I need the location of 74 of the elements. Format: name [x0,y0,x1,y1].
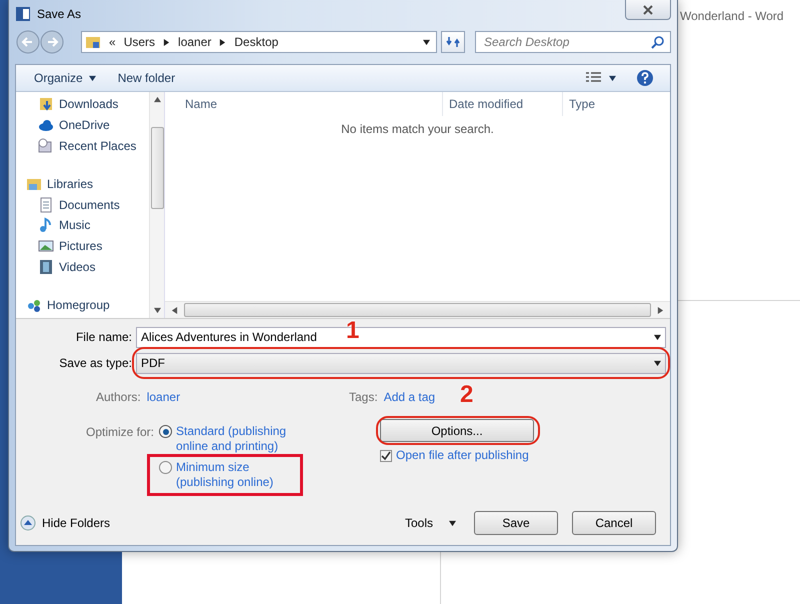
horizontal-scrollbar[interactable] [165,301,670,318]
add-tag-link[interactable]: Add a tag [384,390,436,404]
caret-icon [449,520,456,526]
authors-label: Authors: [96,390,141,404]
nav-item[interactable]: Libraries [16,173,149,194]
nav-item[interactable]: Documents [16,194,149,215]
nav-item[interactable]: OneDrive [16,114,149,136]
close-icon [642,4,654,14]
nav-item[interactable]: Downloads [16,94,149,115]
document-icon [15,6,31,22]
hide-folders-button[interactable]: Hide Folders [20,515,110,531]
breadcrumb-prefix[interactable]: « [109,35,116,50]
refresh-button[interactable] [441,31,465,54]
picture-icon [38,238,54,254]
options-button[interactable]: Options... [380,419,534,442]
nav-item[interactable]: Homegroup [16,294,149,316]
file-name-label: File name: [74,330,132,344]
cloud-icon [38,117,54,134]
nav-item[interactable]: Recent Places [16,136,149,156]
optimize-label: Optimize for: [86,424,154,441]
dropdown-caret-icon [423,38,430,46]
nav-item[interactable]: Pictures [16,236,149,257]
organize-menu[interactable]: Organize [26,69,104,87]
breadcrumb-item[interactable]: loaner [178,35,212,50]
refresh-icon [446,35,460,50]
window-title: Wonderland - Word [680,9,784,23]
checkbox-label[interactable]: Open file after publishing [396,448,529,463]
music-icon [38,217,54,234]
tools-menu[interactable]: Tools [400,514,460,532]
column-header[interactable]: Name [165,92,443,116]
breadcrumb-item[interactable]: Users [124,35,156,50]
video-icon [38,258,54,275]
caret-icon [88,74,96,82]
column-header[interactable]: Type [563,92,643,116]
radio-button[interactable] [159,425,172,438]
address-bar[interactable]: « Users loaner Desktop [81,31,437,54]
radio-label[interactable]: Minimum size (publishing online) [176,460,286,490]
checkbox[interactable] [380,450,392,462]
tags-label: Tags: [349,390,378,404]
scroll-down-icon [154,307,160,314]
cancel-button[interactable]: Cancel [572,511,656,535]
scroll-left-icon [171,306,178,314]
save-as-type-label: Save as type: [58,356,132,370]
column-header[interactable]: Date modified [443,92,563,116]
close-button[interactable] [625,0,671,20]
scroll-right-icon [657,306,664,314]
dropdown-caret-icon [654,334,661,340]
breadcrumb-item[interactable]: Desktop [234,35,278,50]
document-icon [38,196,54,213]
save-button[interactable]: Save [474,511,558,535]
list-view-icon [585,72,603,84]
collapse-icon [20,515,36,531]
nav-item[interactable]: Music [16,214,149,236]
search-icon [651,35,665,50]
checkmark-icon [381,450,391,460]
vertical-scrollbar[interactable] [149,92,164,318]
caret-icon [609,74,616,82]
dialog-title: Save As [37,7,82,22]
empty-message: No items match your search. [340,121,495,138]
chevron-icon [219,38,226,46]
scroll-up-icon [154,96,160,103]
chevron-icon [163,38,170,46]
folder-icon [85,34,101,50]
callout-number: 2 [460,383,474,407]
authors-link[interactable]: loaner [146,390,180,404]
nav-item[interactable]: Videos [16,256,149,278]
new-folder-button[interactable]: New folder [110,69,184,87]
radio-label[interactable]: Standard (publishing online and printing) [176,424,292,454]
downloads-icon [38,96,54,112]
help-icon [636,69,654,87]
dropdown-caret-icon [654,360,661,366]
save-as-type-dropdown[interactable]: PDF [136,352,666,374]
radio-button[interactable] [159,461,172,474]
search-field[interactable]: Search Desktop [475,31,671,54]
